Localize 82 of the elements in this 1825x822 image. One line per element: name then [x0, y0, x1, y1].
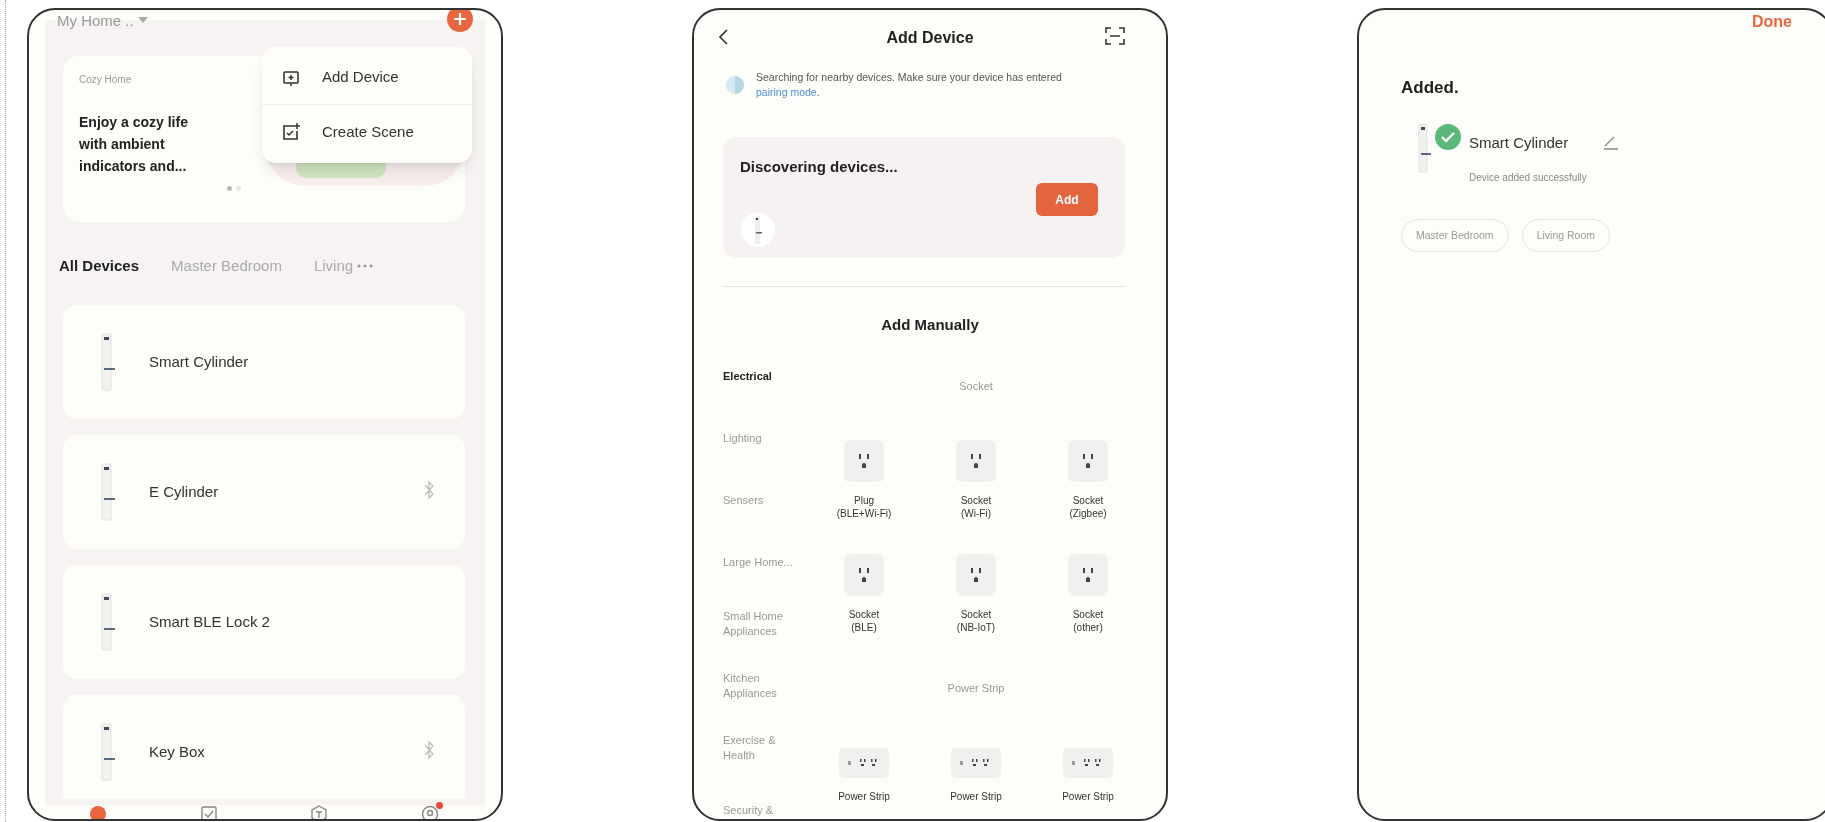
- device-name: Smart Cylinder: [1469, 133, 1569, 153]
- device-type-variant: (NB-IoT): [956, 621, 996, 634]
- door-lock-icon: [99, 723, 115, 781]
- discovering-title: Discovering devices...: [740, 157, 898, 177]
- device-name: Smart Cylinder: [149, 351, 249, 372]
- scene-icon: [282, 123, 300, 141]
- device-type-variant: (Wi-Fi): [961, 507, 991, 520]
- device-type-tile[interactable]: Socket (BLE): [808, 554, 920, 634]
- spinner-icon: [726, 76, 744, 94]
- device-thumbnail: [741, 213, 775, 247]
- screen-plus-icon: [282, 68, 300, 87]
- power-strip-icon: [1063, 748, 1113, 778]
- screen-title: Added.: [1401, 77, 1459, 99]
- device-type-name: Plug: [854, 494, 874, 507]
- device-type-tile[interactable]: Power Strip: [1032, 748, 1144, 803]
- more-icon[interactable]: [357, 264, 374, 268]
- searching-message: Searching for nearby devices. Make sure your device has entered pairing mode.: [756, 70, 1063, 100]
- device-type-name: Socket: [1072, 608, 1104, 621]
- door-lock-icon: [99, 593, 115, 651]
- banner-eyebrow: Cozy Home: [79, 73, 132, 87]
- group-title: Socket: [958, 379, 994, 394]
- add-button[interactable]: [447, 10, 473, 32]
- device-card[interactable]: E Cylinder: [63, 435, 465, 549]
- scan-icon: [1105, 27, 1125, 45]
- device-type-variant: (other): [1073, 621, 1103, 634]
- device-type-name: Power Strip: [1062, 790, 1114, 803]
- section-title: Add Manually: [880, 315, 980, 335]
- check-icon: [1435, 124, 1461, 150]
- device-type-name: Socket: [848, 608, 880, 621]
- pencil-icon: [1602, 134, 1618, 150]
- power-strip-icon: [951, 748, 1001, 778]
- device-type-tile[interactable]: Socket (NB-IoT): [920, 554, 1032, 634]
- scan-button[interactable]: [1104, 26, 1126, 46]
- screen-title: Add Device: [885, 28, 975, 48]
- power-strip-icon: [839, 748, 889, 778]
- socket-icon: [844, 554, 884, 596]
- menu-item[interactable]: Create Scene: [262, 105, 472, 159]
- scene-tab-icon: [199, 805, 218, 819]
- nav-tab[interactable]: [420, 805, 441, 819]
- banner-headline: Enjoy a cozy life with ambient indicators and...: [79, 113, 189, 176]
- device-name: Key Box: [149, 741, 205, 762]
- socket-icon: [1068, 440, 1108, 482]
- device-type-tile[interactable]: Socket (Wi-Fi): [920, 440, 1032, 520]
- plus-icon: [453, 12, 467, 26]
- me-tab-icon: [420, 805, 439, 819]
- door-lock-icon: [99, 463, 115, 521]
- device-type-name: Socket: [960, 494, 992, 507]
- pairing-mode-link[interactable]: pairing mode: [756, 86, 817, 98]
- device-name: Smart BLE Lock 2: [149, 611, 270, 632]
- door-lock-icon: [1417, 123, 1431, 173]
- device-card[interactable]: Key Box: [63, 695, 465, 799]
- device-type-tile[interactable]: Power Strip: [920, 748, 1032, 803]
- nav-tab[interactable]: [89, 805, 109, 819]
- menu-item[interactable]: Add Device: [262, 51, 472, 105]
- device-type-name: Power Strip: [950, 790, 1002, 803]
- socket-icon: [956, 554, 996, 596]
- door-lock-icon: [99, 333, 115, 391]
- device-type-variant: (BLE): [851, 621, 877, 634]
- device-card[interactable]: Smart Cylinder: [63, 305, 465, 419]
- nav-tab[interactable]: [199, 805, 220, 819]
- socket-icon: [1068, 554, 1108, 596]
- socket-icon: [956, 440, 996, 482]
- room-tab[interactable]: All Devices: [59, 254, 140, 278]
- smart-tab-icon: [310, 805, 329, 819]
- device-type-tile[interactable]: Plug (BLE+Wi-Fi): [808, 440, 920, 520]
- device-type-tile[interactable]: Socket (other): [1032, 554, 1144, 634]
- group-title: Power Strip: [946, 681, 1006, 696]
- device-name: E Cylinder: [149, 481, 219, 502]
- device-type-name: Socket: [960, 608, 992, 621]
- device-type-name: Power Strip: [838, 790, 890, 803]
- device-type-name: Socket: [1072, 494, 1104, 507]
- socket-icon: [844, 440, 884, 482]
- back-icon: [718, 29, 728, 45]
- device-type-variant: (Zigbee): [1069, 507, 1107, 520]
- device-status: Device added successfully: [1469, 171, 1587, 185]
- category-item[interactable]: Electrical: [723, 368, 772, 384]
- device-type-variant: (BLE+Wi-Fi): [836, 507, 892, 520]
- device-type-tile[interactable]: Socket (Zigbee): [1032, 440, 1144, 520]
- caret-icon: [137, 17, 148, 23]
- device-type-tile[interactable]: Power Strip: [808, 748, 920, 803]
- device-card[interactable]: Smart BLE Lock 2: [63, 565, 465, 679]
- home-tab-icon: [89, 805, 107, 819]
